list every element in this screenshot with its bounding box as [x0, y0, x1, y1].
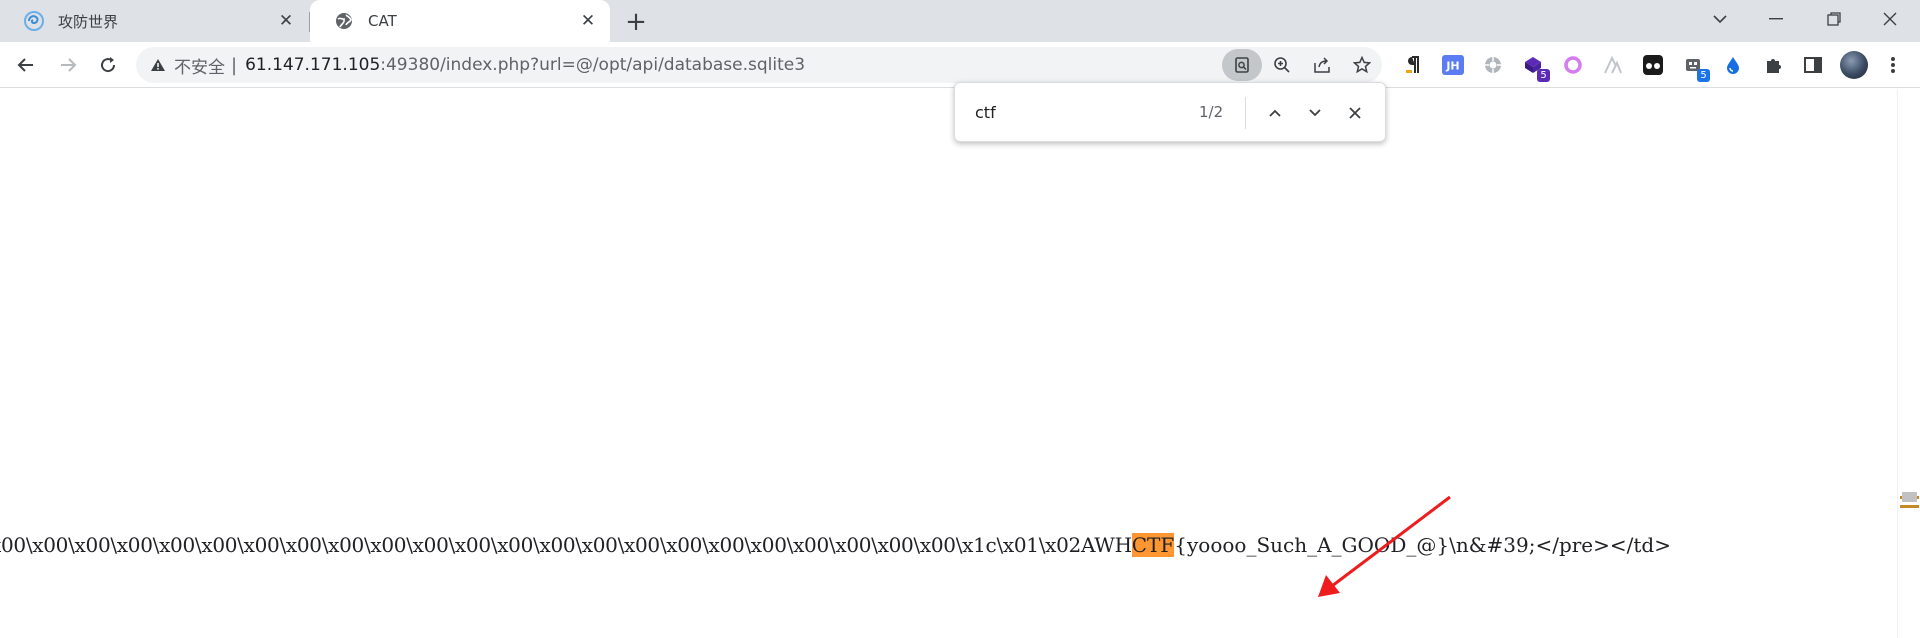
vertical-scrollbar[interactable]	[1897, 89, 1920, 638]
find-bar: 1/2	[954, 82, 1386, 142]
profile-avatar[interactable]	[1840, 51, 1868, 79]
security-status[interactable]: 不安全	[174, 53, 225, 78]
robot-extension-icon[interactable]: 5	[1680, 52, 1710, 82]
scrollbar-thumb[interactable]	[1902, 492, 1917, 502]
menu-kebab-icon[interactable]	[1880, 52, 1906, 78]
close-icon[interactable]: ✕	[274, 9, 298, 33]
browser-window: 攻防世界 ✕ CAT ✕ + 不安全 | 61.147.171.105:493…	[0, 0, 1920, 638]
globe-icon	[334, 11, 354, 31]
close-window-icon[interactable]	[1862, 0, 1918, 38]
text-prefix: x00\x00\x00\x00\x00\x00\x00\x00\x00\x00\…	[0, 533, 1132, 557]
tab-title: 攻防世界	[58, 12, 119, 31]
cube-extension-icon[interactable]: 5	[1520, 52, 1550, 82]
security-separator: |	[231, 54, 238, 76]
page-content: x00\x00\x00\x00\x00\x00\x00\x00\x00\x00\…	[0, 89, 1897, 638]
new-tab-button[interactable]: +	[622, 7, 650, 37]
url-path: :49380/index.php?url=@/opt/api/database.…	[380, 55, 806, 75]
drop-extension-icon[interactable]	[1720, 52, 1746, 78]
tampermonkey-extension-icon[interactable]	[1640, 52, 1666, 78]
share-icon[interactable]	[1306, 49, 1338, 81]
tab-gongfang[interactable]: 攻防世界 ✕	[0, 0, 308, 42]
find-in-page-icon[interactable]	[1222, 49, 1262, 81]
pilcrow-extension-icon[interactable]	[1400, 52, 1426, 78]
swirl-icon	[24, 11, 44, 31]
zoom-icon[interactable]	[1266, 49, 1298, 81]
find-highlight: CTF	[1131, 533, 1175, 557]
gear-extension-icon[interactable]	[1480, 52, 1506, 78]
match-count: 1/2	[1199, 103, 1224, 121]
close-icon[interactable]: ✕	[576, 9, 600, 33]
forward-icon[interactable]	[52, 49, 84, 81]
peak-extension-icon[interactable]	[1600, 52, 1626, 78]
red-arrow-annotation	[1318, 495, 1451, 597]
tab-search-icon[interactable]	[1692, 0, 1748, 38]
minimize-icon[interactable]	[1748, 0, 1804, 38]
find-match-marker	[1900, 505, 1919, 508]
bookmark-star-icon[interactable]	[1346, 49, 1378, 81]
close-find-icon[interactable]	[1341, 99, 1369, 127]
url-host: 61.147.171.105	[245, 55, 381, 75]
tab-strip: 攻防世界 ✕ CAT ✕ +	[0, 0, 1920, 42]
ring-extension-icon[interactable]	[1560, 52, 1586, 78]
warning-icon[interactable]	[150, 58, 166, 72]
tab-title: CAT	[368, 12, 397, 30]
reload-icon[interactable]	[92, 49, 124, 81]
svg-text:JH: JH	[1445, 60, 1459, 73]
restore-icon[interactable]	[1806, 0, 1862, 38]
previous-match-icon[interactable]	[1261, 99, 1289, 127]
tab-cat[interactable]: CAT ✕	[310, 0, 610, 42]
back-icon[interactable]	[10, 49, 42, 81]
extension-badge: 5	[1697, 69, 1710, 82]
extensions-puzzle-icon[interactable]	[1760, 52, 1786, 78]
side-panel-icon[interactable]	[1800, 52, 1826, 78]
jh-extension-icon[interactable]: JH	[1440, 52, 1466, 78]
next-match-icon[interactable]	[1301, 99, 1329, 127]
find-divider	[1245, 97, 1246, 129]
extension-badge: 5	[1537, 69, 1550, 82]
address-bar[interactable]: 不安全 | 61.147.171.105 :49380/index.php?ur…	[136, 47, 1382, 83]
find-input[interactable]	[975, 103, 1175, 122]
